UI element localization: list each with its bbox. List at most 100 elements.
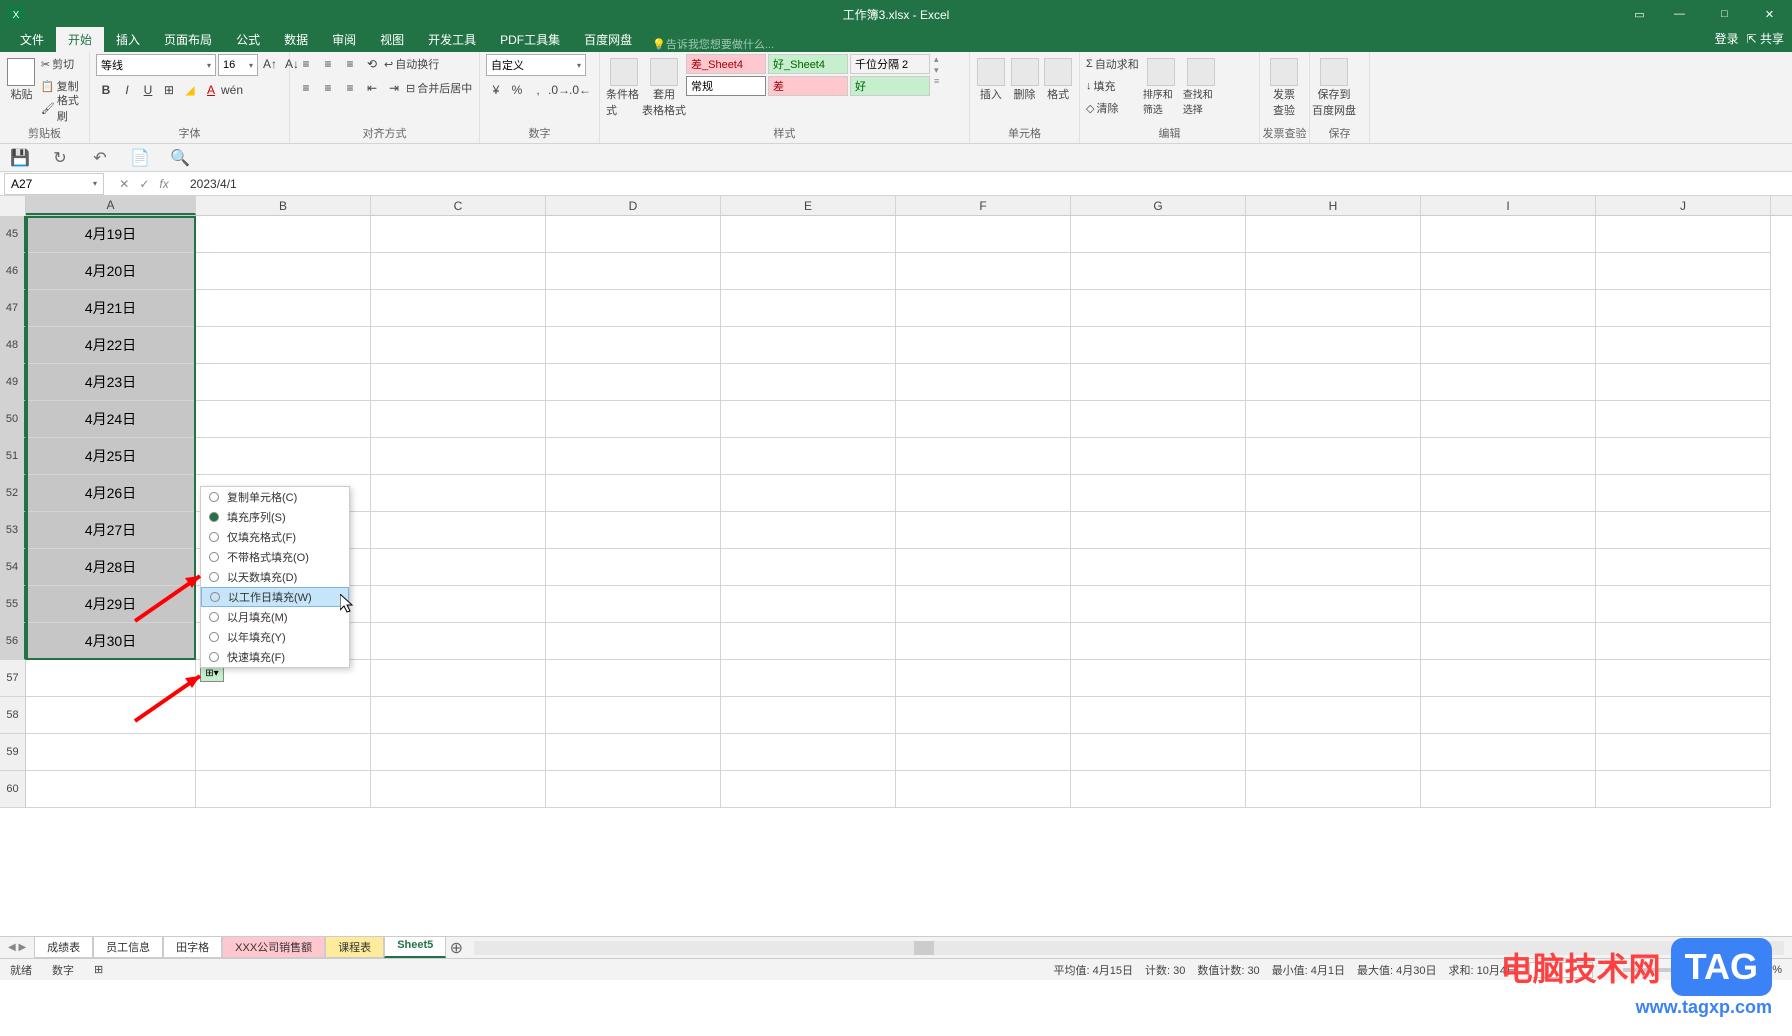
cell[interactable] <box>1596 216 1771 253</box>
cell[interactable] <box>26 771 196 808</box>
cell[interactable] <box>371 290 546 327</box>
tab-pdf[interactable]: PDF工具集 <box>488 27 572 52</box>
menu-item[interactable]: 复制单元格(C) <box>201 487 349 507</box>
column-header-I[interactable]: I <box>1421 196 1596 215</box>
cell[interactable] <box>896 734 1071 771</box>
row-header[interactable]: 51 <box>0 438 26 475</box>
cell[interactable] <box>1596 771 1771 808</box>
cell[interactable] <box>1246 253 1421 290</box>
cell[interactable] <box>721 327 896 364</box>
cell[interactable] <box>26 697 196 734</box>
cell[interactable] <box>1246 438 1421 475</box>
cell[interactable] <box>1596 734 1771 771</box>
menu-item[interactable]: 以工作日填充(W) <box>201 587 349 607</box>
menu-item[interactable]: 以年填充(Y) <box>201 627 349 647</box>
cell[interactable] <box>371 401 546 438</box>
increase-indent-button[interactable]: ⇥ <box>384 78 404 98</box>
cell[interactable] <box>546 364 721 401</box>
row-header[interactable]: 46 <box>0 253 26 290</box>
cell[interactable] <box>896 327 1071 364</box>
cell[interactable] <box>721 475 896 512</box>
cell[interactable] <box>1596 623 1771 660</box>
menu-item[interactable]: 以月填充(M) <box>201 607 349 627</box>
cell[interactable] <box>1246 660 1421 697</box>
menu-item[interactable]: 仅填充格式(F) <box>201 527 349 547</box>
decrease-decimal-button[interactable]: .0← <box>570 80 590 100</box>
cell[interactable] <box>546 438 721 475</box>
row-header[interactable]: 47 <box>0 290 26 327</box>
save-baidu-button[interactable]: 保存到 百度网盘 <box>1316 54 1352 118</box>
spreadsheet-grid[interactable]: 454月19日464月20日474月21日484月22日494月23日504月2… <box>0 216 1792 936</box>
menu-item[interactable]: 快速填充(F) <box>201 647 349 667</box>
cell[interactable] <box>721 438 896 475</box>
cell[interactable] <box>371 623 546 660</box>
select-all-corner[interactable] <box>0 196 26 216</box>
cell[interactable] <box>1246 771 1421 808</box>
cell[interactable] <box>1421 697 1596 734</box>
cell[interactable] <box>1071 290 1246 327</box>
cell[interactable]: 4月24日 <box>26 401 196 438</box>
cell[interactable] <box>26 660 196 697</box>
cell[interactable] <box>546 512 721 549</box>
cell[interactable] <box>371 697 546 734</box>
cell[interactable] <box>1246 401 1421 438</box>
cell[interactable] <box>546 475 721 512</box>
cell[interactable]: 4月27日 <box>26 512 196 549</box>
cell[interactable] <box>896 697 1071 734</box>
cell[interactable] <box>1246 512 1421 549</box>
cell[interactable] <box>1246 623 1421 660</box>
conditional-format-button[interactable]: 条件格式 <box>606 54 642 118</box>
align-left-button[interactable]: ≡ <box>296 78 316 98</box>
cell[interactable] <box>371 438 546 475</box>
cell[interactable] <box>1421 475 1596 512</box>
cell[interactable] <box>1421 512 1596 549</box>
cell[interactable] <box>1071 623 1246 660</box>
cell[interactable] <box>1421 253 1596 290</box>
cell[interactable] <box>546 401 721 438</box>
print-preview-button[interactable]: 🔍 <box>170 148 190 168</box>
sheet-tab[interactable]: 田字格 <box>163 937 222 958</box>
cell[interactable] <box>196 734 371 771</box>
cell[interactable] <box>896 475 1071 512</box>
clear-button[interactable]: ◇ 清除 <box>1086 98 1139 118</box>
cell[interactable] <box>1071 327 1246 364</box>
minimize-button[interactable]: — <box>1657 0 1702 28</box>
align-top-button[interactable]: ≡ <box>296 54 316 74</box>
row-header[interactable]: 50 <box>0 401 26 438</box>
cell[interactable] <box>371 586 546 623</box>
row-header[interactable]: 58 <box>0 697 26 734</box>
formula-input[interactable]: 2023/4/1 <box>184 177 1792 191</box>
font-name-combo[interactable]: 等线▾ <box>96 54 216 76</box>
merge-center-button[interactable]: ⊟ 合并后居中 <box>406 78 472 98</box>
phonetic-button[interactable]: wén <box>222 80 242 100</box>
cell[interactable] <box>721 549 896 586</box>
cell[interactable]: 4月19日 <box>26 216 196 253</box>
tab-baidu[interactable]: 百度网盘 <box>572 27 644 52</box>
sheet-tab[interactable]: 课程表 <box>325 937 384 958</box>
login-button[interactable]: 登录 <box>1715 30 1739 47</box>
cell[interactable] <box>896 549 1071 586</box>
cell[interactable] <box>196 401 371 438</box>
cell[interactable] <box>1421 216 1596 253</box>
style-bad[interactable]: 差 <box>768 76 848 96</box>
tab-view[interactable]: 视图 <box>368 27 416 52</box>
cell[interactable] <box>1596 586 1771 623</box>
sort-filter-button[interactable]: 排序和筛选 <box>1143 54 1179 116</box>
menu-item[interactable]: 以天数填充(D) <box>201 567 349 587</box>
cell[interactable] <box>1246 586 1421 623</box>
cell[interactable] <box>196 697 371 734</box>
cell[interactable] <box>371 512 546 549</box>
cell[interactable]: 4月20日 <box>26 253 196 290</box>
cell[interactable] <box>546 327 721 364</box>
maximize-button[interactable]: □ <box>1702 0 1747 28</box>
cell[interactable]: 4月22日 <box>26 327 196 364</box>
cell[interactable] <box>1071 475 1246 512</box>
tab-developer[interactable]: 开发工具 <box>416 27 488 52</box>
column-header-A[interactable]: A <box>26 196 196 215</box>
new-button[interactable]: 📄 <box>130 148 150 168</box>
style-normal[interactable]: 常规 <box>686 76 766 96</box>
column-header-H[interactable]: H <box>1246 196 1421 215</box>
decrease-indent-button[interactable]: ⇤ <box>362 78 382 98</box>
cancel-formula-button[interactable]: ✕ <box>119 177 129 191</box>
cell[interactable] <box>1421 401 1596 438</box>
